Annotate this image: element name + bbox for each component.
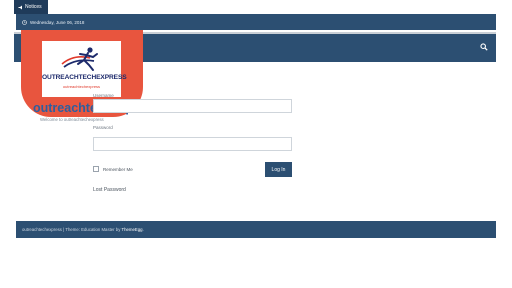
remember-me-checkbox[interactable] (93, 166, 99, 172)
footer: outreachtechexpress | Theme: Education M… (16, 221, 496, 238)
footer-theme-text: Theme: Education Master by (65, 227, 122, 232)
search-icon[interactable] (480, 43, 488, 51)
password-label: Password (93, 125, 113, 130)
footer-site-link[interactable]: outreachtechexpress (22, 227, 62, 232)
lost-password-link[interactable]: Lost Password (93, 187, 126, 193)
notices-label: Notices (25, 4, 42, 10)
remember-me-label[interactable]: Remember Me (103, 167, 133, 172)
username-field[interactable] (93, 99, 292, 113)
notices-tab[interactable]: Notices (14, 0, 48, 14)
footer-end: . (142, 227, 144, 232)
logo-runner-icon (61, 47, 98, 71)
site-description: Welcome to outreachtechexpress (40, 117, 104, 122)
logo-tagline: outreachtechexpress (62, 84, 101, 89)
log-in-button[interactable]: Log In (265, 162, 292, 177)
site-logo[interactable]: OUTREACHTECHEXPRESS outreachtechexpress (42, 41, 127, 97)
current-date: Wednesday, June 06, 2018 (30, 19, 85, 25)
bullhorn-icon (18, 5, 22, 9)
password-field[interactable] (93, 137, 292, 151)
footer-theme-author-link[interactable]: ThemeEgg (122, 227, 143, 232)
date-bar: Wednesday, June 06, 2018 (16, 14, 496, 30)
clock-icon (22, 19, 27, 25)
username-label: Username (93, 93, 114, 98)
page: Notices Wednesday, June 06, 2018 OUTREAC… (0, 0, 512, 288)
logo-name: OUTREACHTECHEXPRESS (42, 74, 127, 81)
